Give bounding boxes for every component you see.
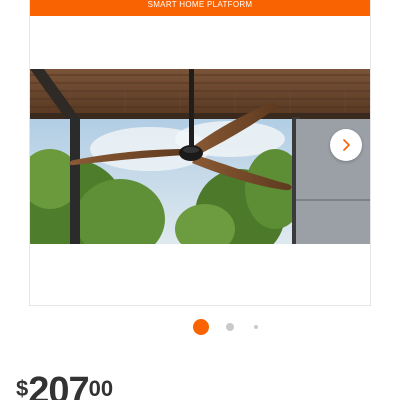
product-price: $20700 bbox=[16, 372, 113, 400]
ceiling-fan-image bbox=[30, 69, 370, 244]
price-dollars: 207 bbox=[28, 370, 89, 400]
pagination-dot[interactable] bbox=[254, 325, 258, 329]
product-photo[interactable] bbox=[30, 69, 370, 244]
smart-home-banner: SMART HOME PLATFORM bbox=[30, 0, 370, 16]
next-image-button[interactable] bbox=[330, 129, 362, 161]
price-cents: 00 bbox=[88, 376, 114, 400]
chevron-right-icon bbox=[343, 139, 350, 151]
pagination-dot-active[interactable] bbox=[193, 319, 209, 335]
product-image-card: SMART HOME PLATFORM bbox=[29, 0, 371, 306]
price-currency: $ bbox=[16, 376, 29, 400]
product-page: SMART HOME PLATFORM $20700 bbox=[0, 0, 400, 400]
image-pagination bbox=[0, 318, 400, 336]
pagination-dot[interactable] bbox=[226, 323, 234, 331]
